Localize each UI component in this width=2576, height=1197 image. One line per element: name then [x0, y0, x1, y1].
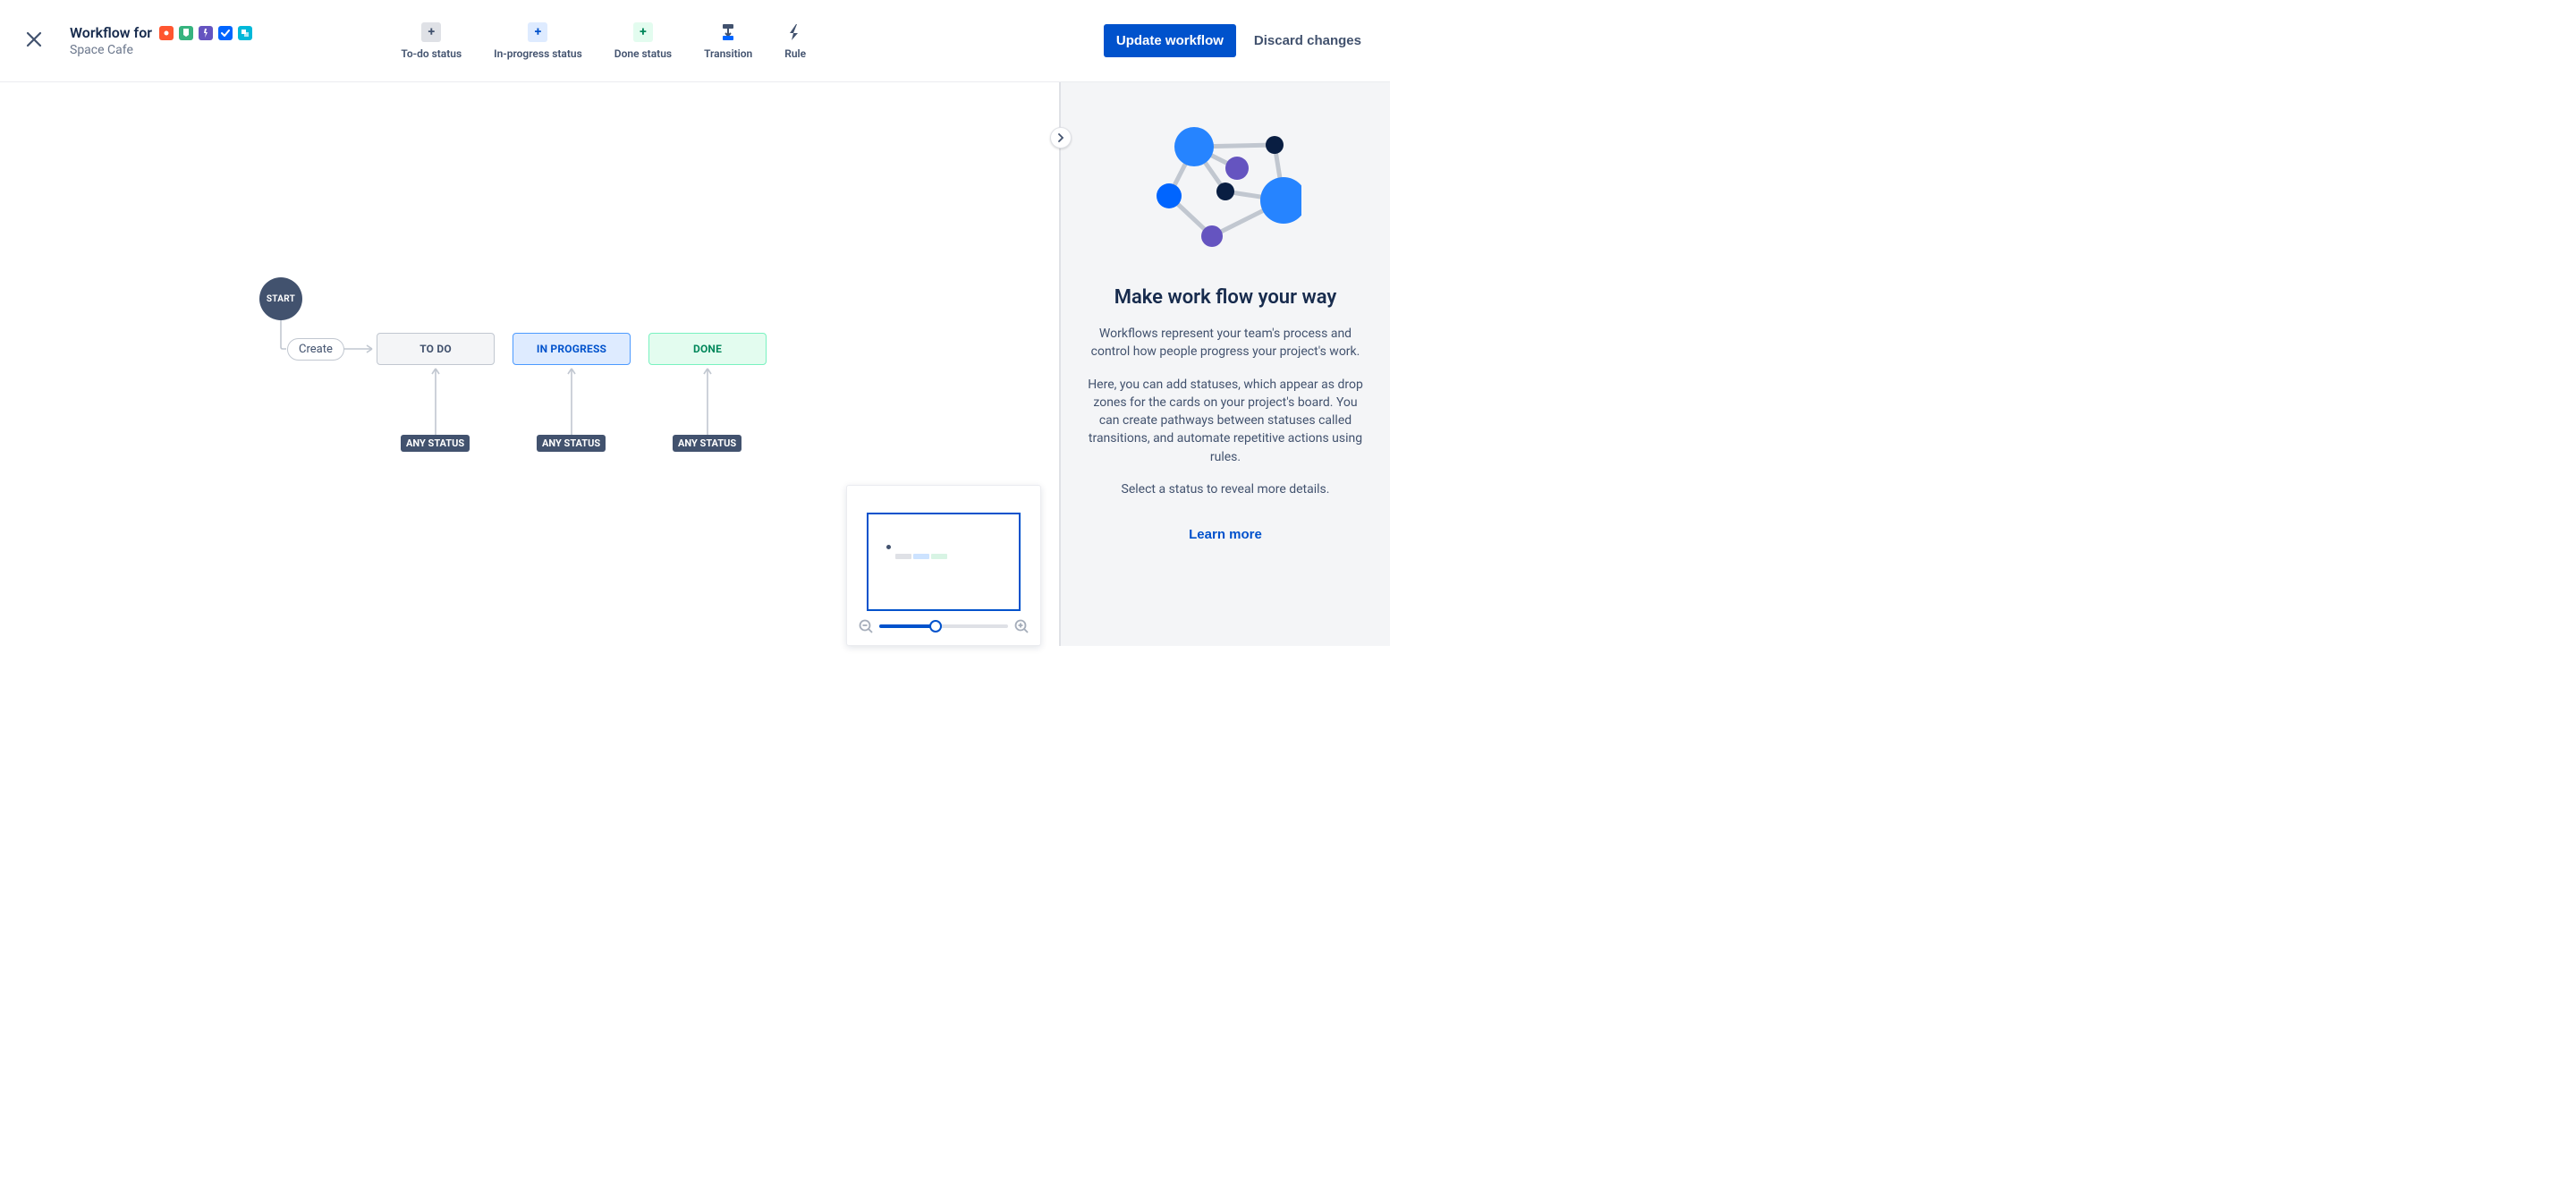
issuetype-icon-red [159, 26, 174, 40]
chevron-right-icon [1056, 133, 1065, 142]
minimap-status-bar [895, 554, 911, 559]
plus-icon: + [421, 22, 441, 42]
zoom-in-icon[interactable] [1013, 618, 1030, 634]
add-done-status-button[interactable]: + Done status [614, 22, 672, 60]
toolbar-label: Transition [704, 47, 752, 60]
workflow-toolbar: + To-do status + In-progress status + Do… [401, 22, 806, 60]
rule-icon [785, 22, 805, 42]
toolbar-label: To-do status [401, 47, 462, 60]
minimap-status-bar [913, 554, 929, 559]
issuetype-icon-green [179, 26, 193, 40]
start-node[interactable]: START [259, 277, 302, 320]
zoom-slider[interactable] [879, 624, 1008, 628]
add-rule-button[interactable]: Rule [784, 22, 806, 60]
add-transition-button[interactable]: Transition [704, 22, 752, 60]
toolbar-label: Rule [784, 47, 806, 60]
add-todo-status-button[interactable]: + To-do status [401, 22, 462, 60]
any-status-tag[interactable]: ANY STATUS [537, 435, 606, 452]
title-block: Workflow for Space Cafe [70, 24, 252, 57]
help-panel-text: Select a status to reveal more details. [1086, 480, 1365, 498]
workflow-illustration [1149, 120, 1301, 263]
minimap [846, 485, 1041, 646]
update-workflow-button[interactable]: Update workflow [1104, 24, 1236, 57]
workflow-canvas[interactable]: START Create TO DO IN PROGRESS DONE ANY … [0, 82, 1059, 646]
help-panel: Make work flow your way Workflows repres… [1059, 82, 1390, 646]
plus-icon: + [528, 22, 547, 42]
any-status-tag[interactable]: ANY STATUS [673, 435, 741, 452]
issuetype-icon-lightblue [238, 26, 252, 40]
close-icon [23, 29, 45, 50]
toolbar-label: In-progress status [494, 47, 582, 60]
create-transition[interactable]: Create [287, 338, 344, 361]
issuetype-icon-purple [199, 26, 213, 40]
editor-main: START Create TO DO IN PROGRESS DONE ANY … [0, 82, 1390, 646]
page-title: Workflow for [70, 24, 152, 41]
add-inprogress-status-button[interactable]: + In-progress status [494, 22, 582, 60]
zoom-out-icon[interactable] [858, 618, 874, 634]
help-panel-text: Workflows represent your team's process … [1086, 325, 1365, 361]
minimap-status-bar [931, 554, 947, 559]
status-done[interactable]: DONE [648, 333, 767, 365]
help-panel-text: Here, you can add statuses, which appear… [1086, 376, 1365, 466]
learn-more-link[interactable]: Learn more [1189, 527, 1262, 542]
transition-icon [718, 22, 738, 42]
workflow-editor-header: Workflow for Space Cafe + To-do status +… [0, 0, 1390, 82]
toolbar-label: Done status [614, 47, 672, 60]
collapse-panel-button[interactable] [1050, 127, 1072, 149]
zoom-thumb[interactable] [929, 620, 942, 632]
project-name: Space Cafe [70, 43, 252, 57]
issuetype-icon-blue [218, 26, 233, 40]
minimap-viewport[interactable] [867, 513, 1021, 611]
minimap-start-dot [886, 545, 891, 549]
status-inprogress[interactable]: IN PROGRESS [513, 333, 631, 365]
plus-icon: + [633, 22, 653, 42]
zoom-controls [858, 618, 1030, 634]
any-status-tag[interactable]: ANY STATUS [401, 435, 470, 452]
close-button[interactable] [16, 21, 52, 60]
help-panel-title: Make work flow your way [1086, 286, 1365, 309]
discard-changes-button[interactable]: Discard changes [1247, 24, 1368, 57]
status-todo[interactable]: TO DO [377, 333, 495, 365]
